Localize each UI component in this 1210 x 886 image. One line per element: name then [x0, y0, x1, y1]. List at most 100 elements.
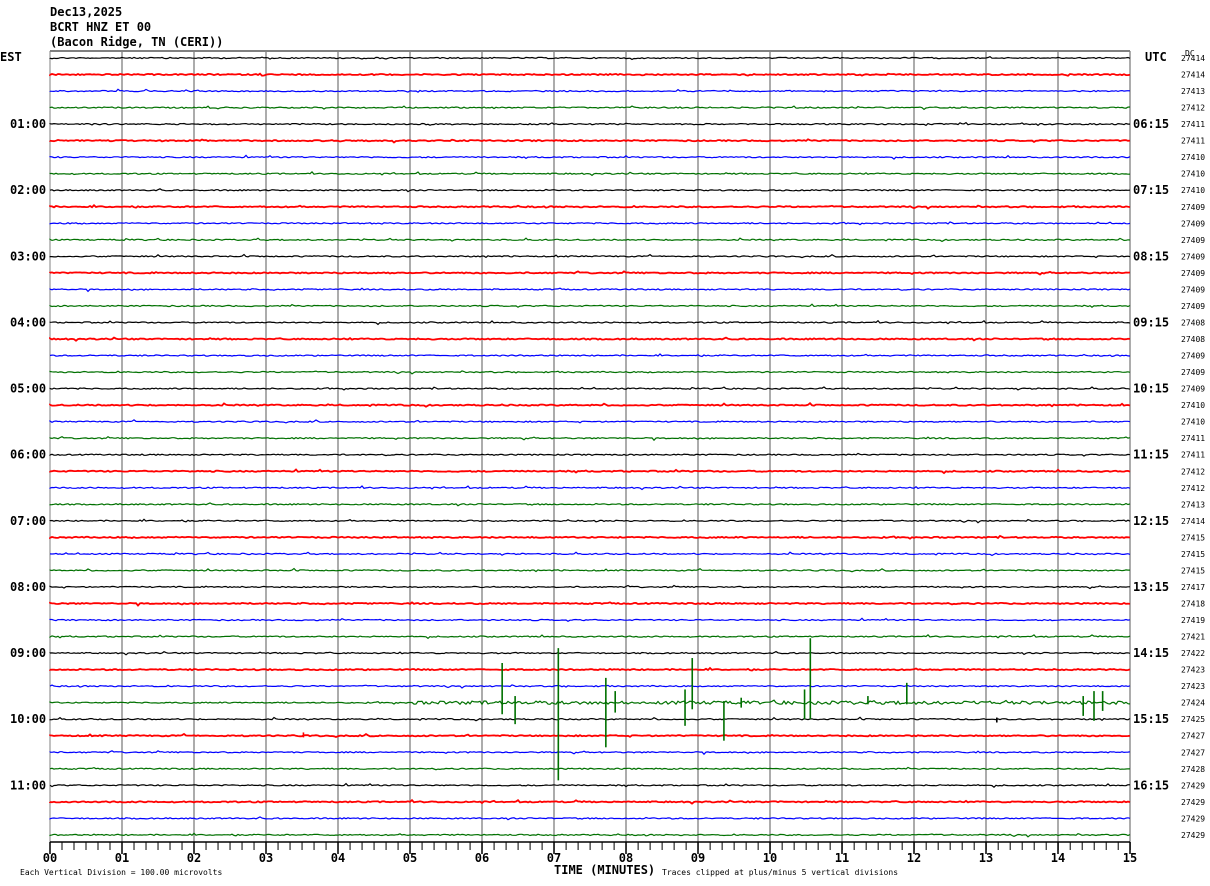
seismic-trace [49, 601, 1131, 607]
seismic-trace [49, 171, 1131, 177]
dc-offset-label: 27425 [1181, 715, 1205, 724]
dc-offset-label: 27411 [1181, 137, 1205, 146]
dc-offset-label: 27409 [1181, 285, 1205, 294]
right-hour-label: 16:15 [1133, 778, 1169, 792]
dc-offset-label: 27409 [1181, 219, 1205, 228]
dc-offset-label: 27410 [1181, 153, 1205, 162]
right-hour-label: 13:15 [1133, 580, 1169, 594]
dc-offset-label: 27419 [1181, 616, 1205, 625]
seismic-trace [49, 154, 1131, 160]
dc-offset-label: 27408 [1181, 318, 1205, 327]
time-axis-tick-label: 05 [403, 851, 417, 865]
dc-offset-label: 27429 [1181, 781, 1205, 790]
right-hour-label: 15:15 [1133, 712, 1169, 726]
left-timezone-label: EST [0, 50, 22, 64]
clipping-note: Traces clipped at plus/minus 5 vertical … [662, 868, 898, 877]
seismic-trace [49, 303, 1131, 308]
seismic-trace [49, 370, 1131, 375]
seismic-trace [49, 684, 1131, 689]
seismic-trace [49, 287, 1131, 293]
dc-offset-label: 27409 [1181, 352, 1205, 361]
time-axis-tick-label: 02 [187, 851, 201, 865]
dc-offset-label: 27418 [1181, 599, 1205, 608]
dc-offset-label: 27413 [1181, 87, 1205, 96]
left-hour-label: 01:00 [10, 117, 46, 131]
time-axis-tick-label: 01 [115, 851, 129, 865]
time-axis-tick-label: 09 [691, 851, 705, 865]
seismic-trace [49, 502, 1131, 507]
dc-offset-label: 27412 [1181, 467, 1205, 476]
seismic-trace [49, 732, 1131, 738]
left-hour-label: 02:00 [10, 183, 46, 197]
seismic-trace [49, 386, 1131, 391]
dc-offset-label: 27410 [1181, 401, 1205, 410]
seismic-trace [49, 782, 1131, 788]
left-hour-label: 07:00 [10, 514, 46, 528]
dc-offset-label: 27414 [1181, 71, 1205, 80]
left-hour-label: 08:00 [10, 580, 46, 594]
dc-offset-label: 27429 [1181, 831, 1205, 840]
right-hour-label: 11:15 [1133, 448, 1169, 462]
dc-offset-label: 27410 [1181, 418, 1205, 427]
right-hour-label: 06:15 [1133, 117, 1169, 131]
dc-offset-label: 27409 [1181, 385, 1205, 394]
seismic-trace [49, 253, 1131, 259]
seismic-trace [49, 534, 1131, 540]
dc-offset-label: 27427 [1181, 732, 1205, 741]
dc-offset-label: 27415 [1181, 533, 1205, 542]
right-timezone-label: UTC [1145, 50, 1167, 64]
left-hour-label: 06:00 [10, 448, 46, 462]
dc-offset-label: 27422 [1181, 649, 1205, 658]
dc-offset-label: 27414 [1181, 517, 1205, 526]
right-hour-label: 09:15 [1133, 315, 1169, 329]
time-axis-tick-label: 06 [475, 851, 489, 865]
dc-offset-label: 27409 [1181, 368, 1205, 377]
dc-offset-label: 27409 [1181, 269, 1205, 278]
seismic-trace [49, 766, 1131, 771]
left-hour-label: 09:00 [10, 646, 46, 660]
dc-offset-label: 27409 [1181, 252, 1205, 261]
seismic-trace [49, 551, 1131, 557]
seismic-trace [49, 121, 1130, 127]
helicorder-plot: 27414 EST UTC DC 27414 27413 27412 27411 01:00 06… [0, 49, 1205, 877]
seismic-trace [49, 56, 1131, 61]
seismic-trace [49, 401, 1131, 408]
seismic-trace [49, 203, 1131, 210]
seismic-trace [49, 188, 1131, 193]
seismic-trace [49, 699, 1131, 706]
left-hour-label: 03:00 [10, 249, 46, 263]
dc-offset-label: 27409 [1181, 236, 1205, 245]
seismic-trace [49, 105, 1131, 111]
seismic-trace [49, 518, 1131, 524]
left-hour-label: 11:00 [10, 778, 46, 792]
dc-offset-label: 27411 [1181, 434, 1205, 443]
dc-offset-label: 27427 [1181, 748, 1205, 757]
seismic-trace [49, 270, 1131, 276]
seismic-trace [49, 468, 1131, 475]
dc-offset-label: 27410 [1181, 186, 1205, 195]
seismic-trace [49, 633, 1131, 640]
dc-offset-label: 27415 [1181, 550, 1205, 559]
seismic-trace [49, 832, 1131, 838]
seismic-trace [49, 666, 1131, 672]
seismic-trace [49, 716, 1131, 722]
time-axis-tick-label: 04 [331, 851, 345, 865]
seismic-trace [49, 72, 1131, 77]
time-axis-tick-label: 15 [1123, 851, 1137, 865]
dc-offset-label: 27429 [1181, 814, 1205, 823]
dc-offset-label: 27415 [1181, 566, 1205, 575]
seismic-trace [49, 336, 1131, 342]
seismic-trace [49, 750, 1131, 756]
seismic-trace [49, 452, 1131, 457]
dc-offset-label: 27423 [1181, 682, 1205, 691]
dc-offset-label: 27412 [1181, 104, 1205, 113]
right-hour-label: 08:15 [1133, 249, 1169, 263]
seismic-trace [49, 485, 1131, 491]
seismic-trace [49, 435, 1131, 442]
seismic-trace [49, 221, 1131, 226]
dc-offset-label: 27412 [1181, 484, 1205, 493]
seismic-trace [49, 88, 1131, 93]
dc-offset-label: 27421 [1181, 633, 1205, 642]
dc-offset-label: 27424 [1181, 699, 1205, 708]
right-hour-label: 07:15 [1133, 183, 1169, 197]
